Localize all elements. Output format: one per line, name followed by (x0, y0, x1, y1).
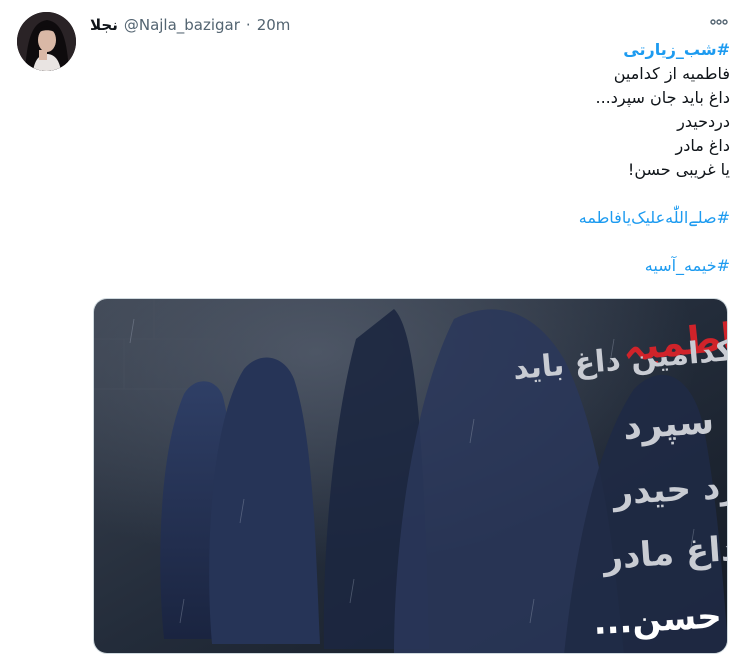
timestamp[interactable]: 20m (257, 16, 291, 34)
tweet-text: #شب_زیارتی فاطمیه از کدامین داغ باید جان… (110, 38, 730, 278)
hashtag-salallah[interactable]: #صلے‌اللّٰه‌علیک‌یافاطمه (110, 206, 730, 230)
tweet-media-image[interactable]: فاطمیہ از کدامین داغ باید جان سپرد درد ح… (93, 298, 728, 654)
tweet-line: داغ باید جان سپرد... (595, 88, 730, 107)
separator-dot: · (245, 16, 251, 34)
avatar-portrait-icon (17, 12, 76, 71)
avatar[interactable] (17, 12, 76, 71)
tweet-line: داغ مادر (675, 136, 731, 155)
tweet-card[interactable]: نجلا @Najla_bazigar · 20m #شب_زیارتی فاط… (0, 0, 748, 659)
tweet-line: دردحیدر (677, 112, 730, 131)
tweet-header: نجلا @Najla_bazigar · 20m (90, 14, 290, 36)
hashtag-kheime-asieh[interactable]: #خیمه_آسیه (110, 254, 730, 278)
calligraphy-line: درد حیدر (610, 466, 728, 514)
more-dots-icon[interactable] (708, 14, 730, 30)
tweet-line: فاطمیه از کدامین (613, 64, 730, 83)
media-artwork: فاطمیہ از کدامین داغ باید جان سپرد درد ح… (94, 299, 728, 653)
tweet-line: یا غریبی حسن! (627, 160, 730, 179)
user-handle[interactable]: @Najla_bazigar (124, 16, 240, 34)
hashtag-shab-ziarati[interactable]: #شب_زیارتی (110, 38, 730, 62)
display-name[interactable]: نجلا (90, 16, 118, 34)
